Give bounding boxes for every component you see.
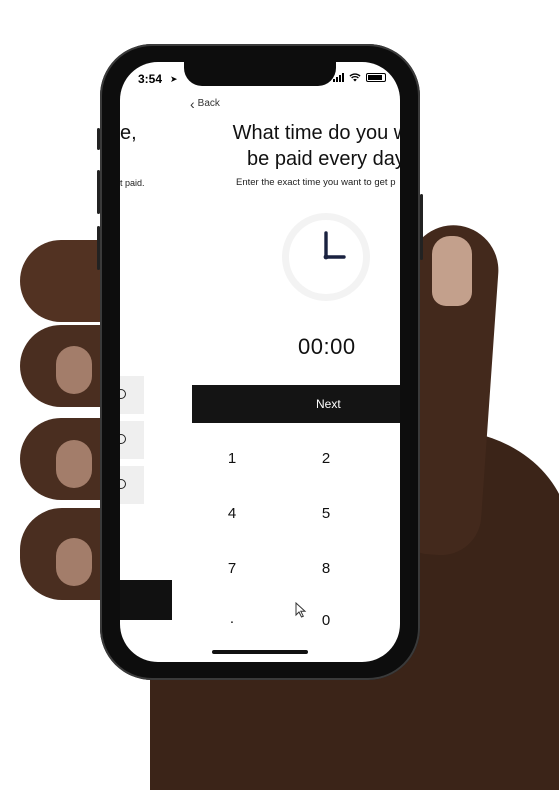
radio-icon <box>120 389 126 399</box>
previous-option[interactable] <box>120 466 144 504</box>
cellular-signal-icon <box>333 73 344 82</box>
wifi-icon <box>349 73 361 82</box>
fingernail <box>56 538 92 586</box>
keypad-key-0[interactable]: 0 <box>311 612 341 629</box>
page-title: What time do you wa be paid every day <box>232 122 400 170</box>
mouse-cursor-icon <box>295 602 307 618</box>
radio-icon <box>120 434 126 444</box>
notch <box>184 62 336 86</box>
phone-screen: 3:54 ➤ e, t paid. ‹ Back What time do yo… <box>120 62 400 662</box>
previous-subtitle-fragment: t paid. <box>120 178 145 188</box>
next-button-label: Next <box>316 397 341 411</box>
back-button[interactable]: ‹ Back <box>190 95 220 112</box>
time-display: 00:00 <box>298 334 356 359</box>
status-icons <box>333 73 386 82</box>
page-subtitle: Enter the exact time you want to get p <box>236 177 396 188</box>
keypad-key-5[interactable]: 5 <box>311 505 341 522</box>
previous-title-fragment: e, <box>120 122 137 144</box>
previous-option[interactable] <box>120 376 144 414</box>
fingernail <box>56 346 92 394</box>
keypad-key-7[interactable]: 7 <box>217 560 247 577</box>
home-indicator <box>212 650 308 654</box>
previous-option[interactable] <box>120 421 144 459</box>
previous-continue-button[interactable] <box>120 580 172 620</box>
radio-icon <box>120 479 126 489</box>
clock-icon <box>282 213 370 301</box>
next-button[interactable]: Next <box>192 385 400 423</box>
side-button <box>97 128 100 150</box>
side-button <box>420 194 423 260</box>
fingernail <box>56 440 92 488</box>
chevron-left-icon: ‹ <box>190 95 195 112</box>
side-button <box>97 226 100 270</box>
keypad-key-decimal[interactable]: . <box>217 610 247 627</box>
side-button <box>97 170 100 214</box>
keypad-key-4[interactable]: 4 <box>217 505 247 522</box>
thumb-nail <box>432 236 472 306</box>
location-arrow-icon: ➤ <box>170 74 178 84</box>
keypad-key-8[interactable]: 8 <box>311 560 341 577</box>
keypad-key-1[interactable]: 1 <box>217 450 247 467</box>
status-time: 3:54 <box>138 72 163 86</box>
back-label: Back <box>197 98 220 109</box>
clock-hands <box>323 231 346 260</box>
battery-icon <box>366 73 386 82</box>
keypad-key-2[interactable]: 2 <box>311 450 341 467</box>
